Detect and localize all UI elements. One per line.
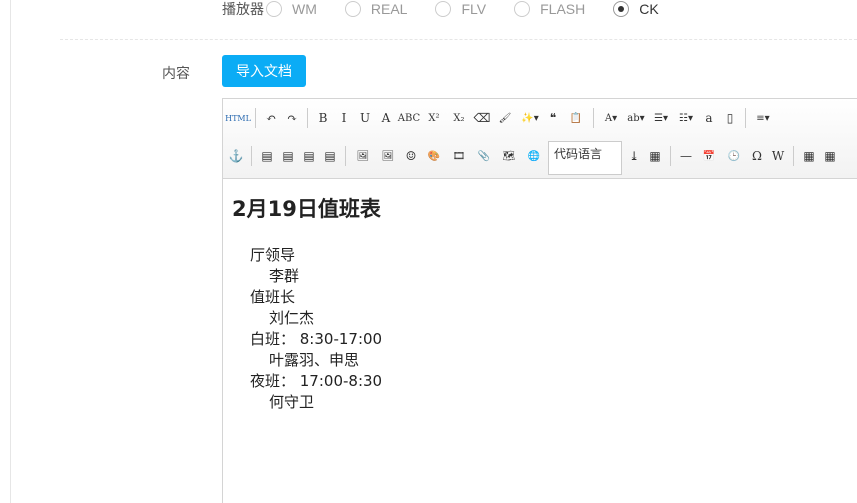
html-icon[interactable]: HTML bbox=[225, 108, 251, 128]
bold-icon[interactable]: B bbox=[314, 108, 332, 128]
redo-icon[interactable]: ↷ bbox=[283, 108, 301, 128]
radio-button[interactable] bbox=[613, 0, 630, 17]
special-char-icon[interactable]: Ω bbox=[748, 146, 766, 166]
video-icon[interactable]: 🎞 bbox=[448, 146, 470, 166]
eraser-icon[interactable]: ⌫ bbox=[473, 108, 491, 128]
toolbar-separator bbox=[593, 108, 594, 128]
font-border-icon[interactable]: A bbox=[377, 108, 395, 128]
highlight-icon[interactable]: ab▾ bbox=[625, 108, 647, 128]
date-icon[interactable]: 📅 bbox=[698, 146, 720, 166]
format-brush-icon[interactable]: 🖌 bbox=[494, 108, 516, 128]
import-document-button[interactable]: 导入文档 bbox=[222, 55, 306, 87]
radio-label: WM bbox=[292, 0, 317, 17]
toolbar-separator bbox=[307, 108, 308, 128]
ordered-list-icon[interactable]: ☰▾ bbox=[650, 108, 672, 128]
player-option-flash[interactable]: FLASH bbox=[514, 0, 586, 17]
document-line: 何守卫 bbox=[269, 393, 315, 411]
emotion-icon[interactable]: ☺ bbox=[402, 146, 420, 166]
scrawl-icon[interactable]: 🎨 bbox=[423, 146, 445, 166]
player-option-flv[interactable]: FLV bbox=[435, 0, 487, 17]
editor-content[interactable]: 2月19日值班表 厅领导李群值班长刘仁杰白班： 8:30-17:00 叶露羽、申思… bbox=[223, 179, 857, 423]
underline-icon[interactable]: U bbox=[356, 108, 374, 128]
toolbar-separator bbox=[345, 146, 346, 166]
word-image-icon[interactable]: W bbox=[769, 146, 787, 166]
radio-label: FLV bbox=[461, 0, 487, 17]
radio-label: REAL bbox=[370, 0, 408, 17]
document-title: 2月19日值班表 bbox=[232, 197, 381, 221]
image-none-icon[interactable]: ▤ bbox=[300, 146, 318, 166]
document-line: 厅领导 bbox=[250, 246, 296, 264]
template-icon[interactable]: ▦ bbox=[646, 146, 664, 166]
italic-icon[interactable]: I bbox=[335, 108, 353, 128]
radio-label: FLASH bbox=[540, 0, 586, 17]
player-option-wm[interactable]: WM bbox=[266, 0, 317, 17]
table-icon[interactable]: ▦ bbox=[800, 146, 818, 166]
undo-icon[interactable]: ↶ bbox=[262, 108, 280, 128]
document-line: 李群 bbox=[269, 267, 300, 285]
radio-label: CK bbox=[639, 0, 659, 17]
multi-image-icon[interactable]: 🖼 bbox=[377, 146, 399, 166]
document-line: 夜班： 17:00-8:30 bbox=[250, 372, 383, 390]
document-line: 叶露羽、申思 bbox=[269, 351, 360, 369]
map-icon[interactable]: 🗺 bbox=[498, 146, 520, 166]
document-line: 刘仁杰 bbox=[269, 309, 315, 327]
auto-format-icon[interactable]: ✨▾ bbox=[519, 108, 541, 128]
toolbar-separator bbox=[670, 146, 671, 166]
image-icon[interactable]: 🖼 bbox=[352, 146, 374, 166]
player-radio-group: 播放器 WM REAL FLV FLASH CK bbox=[222, 0, 687, 17]
left-border bbox=[10, 0, 11, 503]
select-all-icon[interactable]: a bbox=[700, 108, 718, 128]
radio-button[interactable] bbox=[344, 0, 361, 17]
toolbar-separator bbox=[255, 108, 256, 128]
code-language-select[interactable]: 代码语言 bbox=[548, 141, 622, 175]
horizontal-rule-icon[interactable]: — bbox=[677, 146, 695, 166]
superscript-icon[interactable]: X² bbox=[423, 108, 445, 128]
radio-button[interactable] bbox=[435, 0, 452, 17]
document-line: 值班长 bbox=[250, 288, 296, 306]
table-insert-icon[interactable]: ▦ bbox=[821, 146, 839, 166]
toolbar-separator bbox=[793, 146, 794, 166]
toolbar-row-1: HTML ↶ ↷ B I U A ABC X² X₂ ⌫ 🖌 ✨▾ ❝ 📋 A▾ ab▾ ☰▾ ☷▾ a ▯ ≡▾ bbox=[225, 99, 853, 137]
radio-button[interactable] bbox=[514, 0, 531, 17]
blockquote-icon[interactable]: ❝ bbox=[544, 108, 562, 128]
anchor-icon[interactable]: ⚓ bbox=[227, 146, 245, 166]
toolbar-separator bbox=[251, 146, 252, 166]
unordered-list-icon[interactable]: ☷▾ bbox=[675, 108, 697, 128]
document-line: 白班： 8:30-17:00 bbox=[250, 330, 383, 348]
clear-doc-icon[interactable]: ▯ bbox=[721, 108, 739, 128]
toolbar-separator bbox=[745, 108, 746, 128]
image-right-icon[interactable]: ▤ bbox=[279, 146, 297, 166]
radio-button[interactable] bbox=[266, 0, 282, 17]
player-label: 播放器 bbox=[222, 0, 264, 17]
time-icon[interactable]: 🕒 bbox=[723, 146, 745, 166]
paste-text-icon[interactable]: 📋 bbox=[565, 108, 587, 128]
player-option-real[interactable]: REAL bbox=[344, 0, 408, 17]
player-option-ck[interactable]: CK bbox=[613, 0, 659, 17]
font-color-icon[interactable]: A▾ bbox=[600, 108, 622, 128]
attachment-icon[interactable]: 📎 bbox=[473, 146, 495, 166]
image-center-icon[interactable]: ▤ bbox=[321, 146, 339, 166]
strikethrough-icon[interactable]: ABC bbox=[398, 108, 420, 128]
web-icon[interactable]: 🌐 bbox=[523, 146, 545, 166]
content-label: 内容 bbox=[162, 65, 190, 81]
rich-text-editor: HTML ↶ ↷ B I U A ABC X² X₂ ⌫ 🖌 ✨▾ ❝ 📋 A▾ ab▾ ☰▾ ☷▾ a ▯ ≡▾ ⚓ ▤ ▤… bbox=[222, 98, 857, 503]
toolbar-row-2: ⚓ ▤ ▤ ▤ ▤ 🖼 🖼 ☺ 🎨 🎞 📎 🗺 🌐 代码语言 ⤓ ▦ — 📅 🕒 Ω W ▦ ▦ bbox=[227, 137, 853, 175]
image-left-icon[interactable]: ▤ bbox=[258, 146, 276, 166]
page-break-icon[interactable]: ⤓ bbox=[625, 146, 643, 166]
divider bbox=[60, 39, 857, 40]
line-height-icon[interactable]: ≡▾ bbox=[752, 108, 774, 128]
subscript-icon[interactable]: X₂ bbox=[448, 108, 470, 128]
editor-toolbar: HTML ↶ ↷ B I U A ABC X² X₂ ⌫ 🖌 ✨▾ ❝ 📋 A▾ ab▾ ☰▾ ☷▾ a ▯ ≡▾ ⚓ ▤ ▤… bbox=[223, 99, 857, 179]
